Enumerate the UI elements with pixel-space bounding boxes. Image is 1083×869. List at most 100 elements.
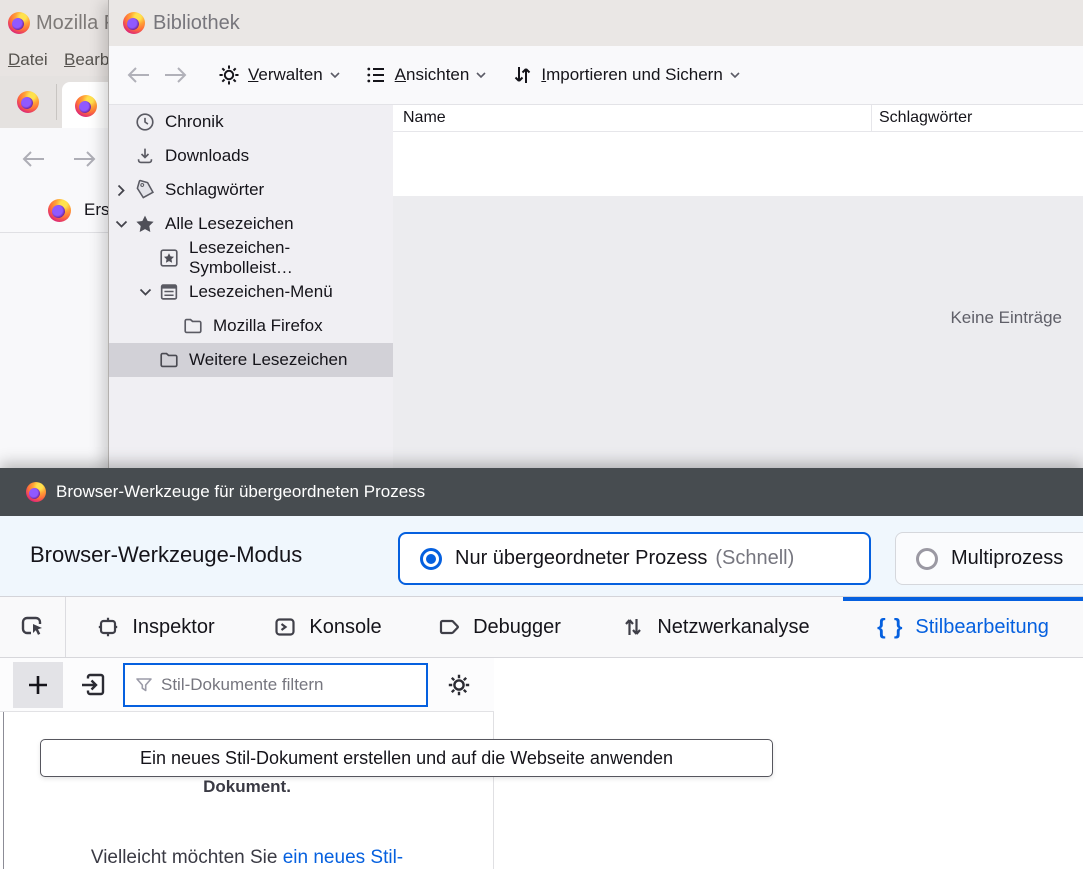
sidebar-item-schlagwoerter[interactable]: Schlagwörter [109, 173, 393, 207]
new-stylesheet-button[interactable] [13, 661, 63, 708]
filter-input-container [123, 662, 428, 707]
import-backup-button[interactable]: Importieren und Sichern [510, 63, 740, 87]
mode-option-multiprocess[interactable]: Multiprozess [895, 532, 1083, 585]
main-tabstrip [0, 76, 116, 128]
radio-selected-icon[interactable] [420, 547, 442, 570]
library-firefox-icon [123, 12, 145, 34]
library-back-icon[interactable] [125, 63, 151, 87]
sidebar-item-chronik[interactable]: Chronik [109, 105, 393, 139]
network-icon [621, 615, 645, 639]
menu-bearbeiten[interactable]: Bearb [64, 50, 109, 70]
chevron-down-icon[interactable] [109, 212, 133, 236]
main-window-titlebar: Mozilla Fi [0, 0, 120, 46]
picker-icon [19, 613, 47, 641]
chevron-down-icon [476, 71, 486, 79]
firefox-logo-icon [8, 12, 30, 34]
updown-arrows-icon [510, 63, 534, 87]
manage-button[interactable]: Verwalten [217, 63, 340, 87]
column-divider[interactable] [871, 105, 872, 132]
manage-label: Verwalten [248, 65, 323, 84]
tab-label: Inspektor [132, 615, 215, 638]
library-toolbar: Verwalten Ansichten Importieren und Sich… [109, 46, 1083, 105]
toolbox-titlebar[interactable]: Browser-Werkzeuge für übergeordneten Pro… [0, 468, 1083, 516]
folder-icon [181, 314, 205, 338]
filter-stylesheets-input[interactable] [161, 674, 401, 695]
library-forward-icon[interactable] [163, 63, 189, 87]
page-content-area [0, 232, 110, 470]
import-stylesheet-button[interactable] [73, 665, 113, 705]
list-icon [364, 63, 388, 87]
empty-message: Keine Einträge [950, 308, 1062, 327]
library-titlebar[interactable]: Bibliothek [109, 0, 1083, 46]
import-icon [78, 670, 108, 700]
chevron-down-icon [330, 71, 340, 79]
sidebar-item-mozilla-firefox-folder[interactable]: Mozilla Firefox [109, 309, 393, 343]
firefox-main-window: Mozilla Fi Datei Bearb Erste Sch [0, 0, 158, 470]
views-button[interactable]: Ansichten [364, 63, 487, 87]
tooltip: Ein neues Stil-Dokument erstellen und au… [40, 739, 773, 777]
sidebar-item-label: Alle Lesezeichen [165, 214, 294, 233]
mode-option-label: Multiprozess [951, 547, 1064, 569]
sidebar-item-alle-lesezeichen[interactable]: Alle Lesezeichen [109, 207, 393, 241]
toolbox-title: Browser-Werkzeuge für übergeordneten Pro… [56, 482, 426, 501]
import-backup-label: Importieren und Sichern [541, 65, 723, 84]
sidebar-item-downloads[interactable]: Downloads [109, 139, 393, 173]
tab-stilbearbeitung[interactable]: { } Stilbearbeitung [843, 597, 1083, 657]
chevron-right-icon[interactable] [109, 178, 133, 202]
sidebar-item-label: Schlagwörter [165, 180, 265, 199]
element-picker-button[interactable] [0, 597, 66, 657]
browser-toolbox-window: Browser-Werkzeuge für übergeordneten Pro… [0, 468, 1083, 869]
devtools-tabbar: Inspektor Konsole Debugger Netzwerkanaly… [0, 597, 1083, 658]
empty-state-bold-text: Dokument. [203, 777, 291, 796]
menu-datei[interactable]: Datei [8, 50, 48, 70]
bookmark-favicon [48, 199, 71, 222]
braces-icon: { } [877, 614, 904, 639]
console-icon [273, 615, 297, 639]
toolbox-mode-bar: Browser-Werkzeuge-Modus Nur übergeordnet… [0, 516, 1083, 597]
clock-icon [133, 110, 157, 134]
tab-netzwerkanalyse[interactable]: Netzwerkanalyse [588, 597, 843, 657]
sidebar-item-symbolleiste[interactable]: Lesezeichen-Symbolleist… [109, 238, 393, 277]
mode-option-parent-process[interactable]: Nur übergeordneter Prozess (Schnell) [398, 532, 871, 585]
funnel-icon [135, 676, 153, 694]
mode-option-hint: (Schnell) [715, 547, 795, 569]
style-editor-empty-state: Dokument. Vielleicht möchten Sie ein neu… [0, 713, 494, 869]
tab-konsole[interactable]: Konsole [245, 597, 410, 657]
views-label: Ansichten [394, 65, 470, 84]
chevron-down-icon[interactable] [133, 280, 157, 304]
tab-label: Stilbearbeitung [915, 615, 1049, 638]
back-icon[interactable] [20, 147, 46, 171]
column-headers: Name Schlagwörter [393, 105, 1083, 132]
star-box-icon [157, 246, 181, 270]
pinned-tab-firefox-icon[interactable] [17, 91, 39, 113]
create-stylesheet-link[interactable]: ein neues Stil- [283, 847, 403, 868]
tab-label: Konsole [309, 615, 382, 638]
debugger-icon [437, 615, 461, 639]
tab-label: Debugger [473, 615, 561, 638]
tab-favicon [75, 95, 97, 117]
column-header-tags[interactable]: Schlagwörter [879, 109, 972, 127]
style-editor-toolbar [0, 658, 494, 712]
main-nav-toolbar [0, 128, 110, 190]
column-header-name[interactable]: Name [393, 109, 446, 127]
radio-unselected-icon[interactable] [916, 547, 938, 570]
tab-inspektor[interactable]: Inspektor [66, 597, 245, 657]
forward-icon[interactable] [72, 147, 98, 171]
sidebar-item-label: Lesezeichen-Symbolleist… [189, 238, 293, 277]
mode-label: Browser-Werkzeuge-Modus [30, 542, 303, 567]
empty-state-text: Vielleicht möchten Sie [90, 847, 283, 868]
sidebar-item-weitere-lesezeichen[interactable]: Weitere Lesezeichen [109, 343, 393, 377]
sidebar-item-lesezeichen-menue[interactable]: Lesezeichen-Menü [109, 275, 393, 309]
download-icon [133, 144, 157, 168]
sidebar-item-label: Weitere Lesezeichen [189, 350, 348, 369]
tab-debugger[interactable]: Debugger [410, 597, 588, 657]
menu-list-icon [157, 280, 181, 304]
main-menubar: Datei Bearb [0, 46, 110, 76]
chevron-down-icon [730, 71, 740, 79]
plus-icon [25, 672, 51, 698]
tag-icon [133, 178, 157, 202]
bookmark-list-area [393, 132, 1083, 196]
inspector-icon [96, 615, 120, 639]
style-editor-options-button[interactable] [438, 665, 480, 705]
tab-separator [56, 84, 57, 120]
